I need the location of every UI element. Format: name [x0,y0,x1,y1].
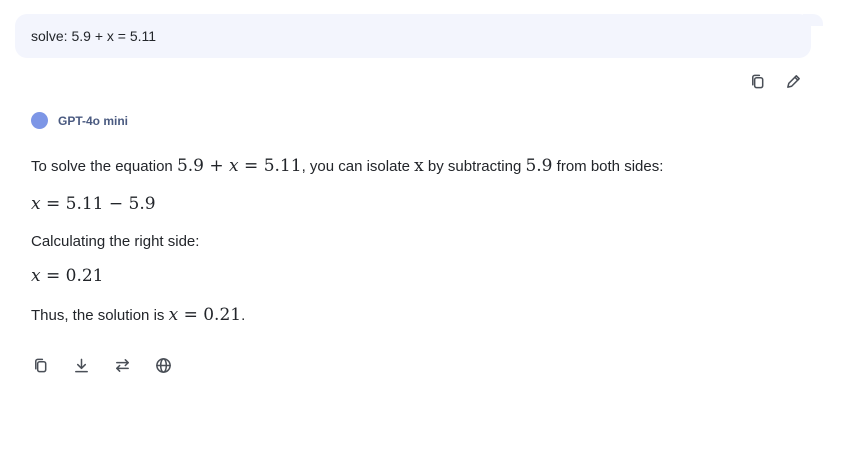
math-variable: x [414,156,424,176]
answer-equation-1: x = 5.11 − 5.9 [31,194,156,214]
answer-line-1: To solve the equation 5.9 + x = 5.11, yo… [31,156,664,176]
answer-conclusion: Thus, the solution is x = 0.21. [31,305,246,325]
answer-line-3: Calculating the right side: [31,233,200,250]
answer-actions [31,356,172,374]
math-number: 5.9 [525,156,553,176]
user-message-bubble: solve: 5.9 + x = 5.11 [15,14,823,58]
download-icon[interactable] [72,356,90,374]
answer-equation-2: x = 0.21 [31,266,104,286]
copy-icon[interactable] [748,72,766,90]
user-message-text: solve: 5.9 + x = 5.11 [31,28,157,44]
user-message-actions [748,72,802,90]
model-name: GPT-4o mini [58,113,129,128]
switch-icon[interactable] [113,356,131,374]
model-avatar [31,112,48,129]
math-expression: 5.9 + x = 5.11 [176,156,302,176]
copy-icon[interactable] [31,356,49,374]
edit-icon[interactable] [784,72,802,90]
chat-page: solve: 5.9 + x = 5.11 GPT-4o mini To sol… [0,0,844,453]
bubble-tail [803,14,823,26]
model-header: GPT-4o mini [31,112,128,129]
globe-icon[interactable] [154,356,172,374]
